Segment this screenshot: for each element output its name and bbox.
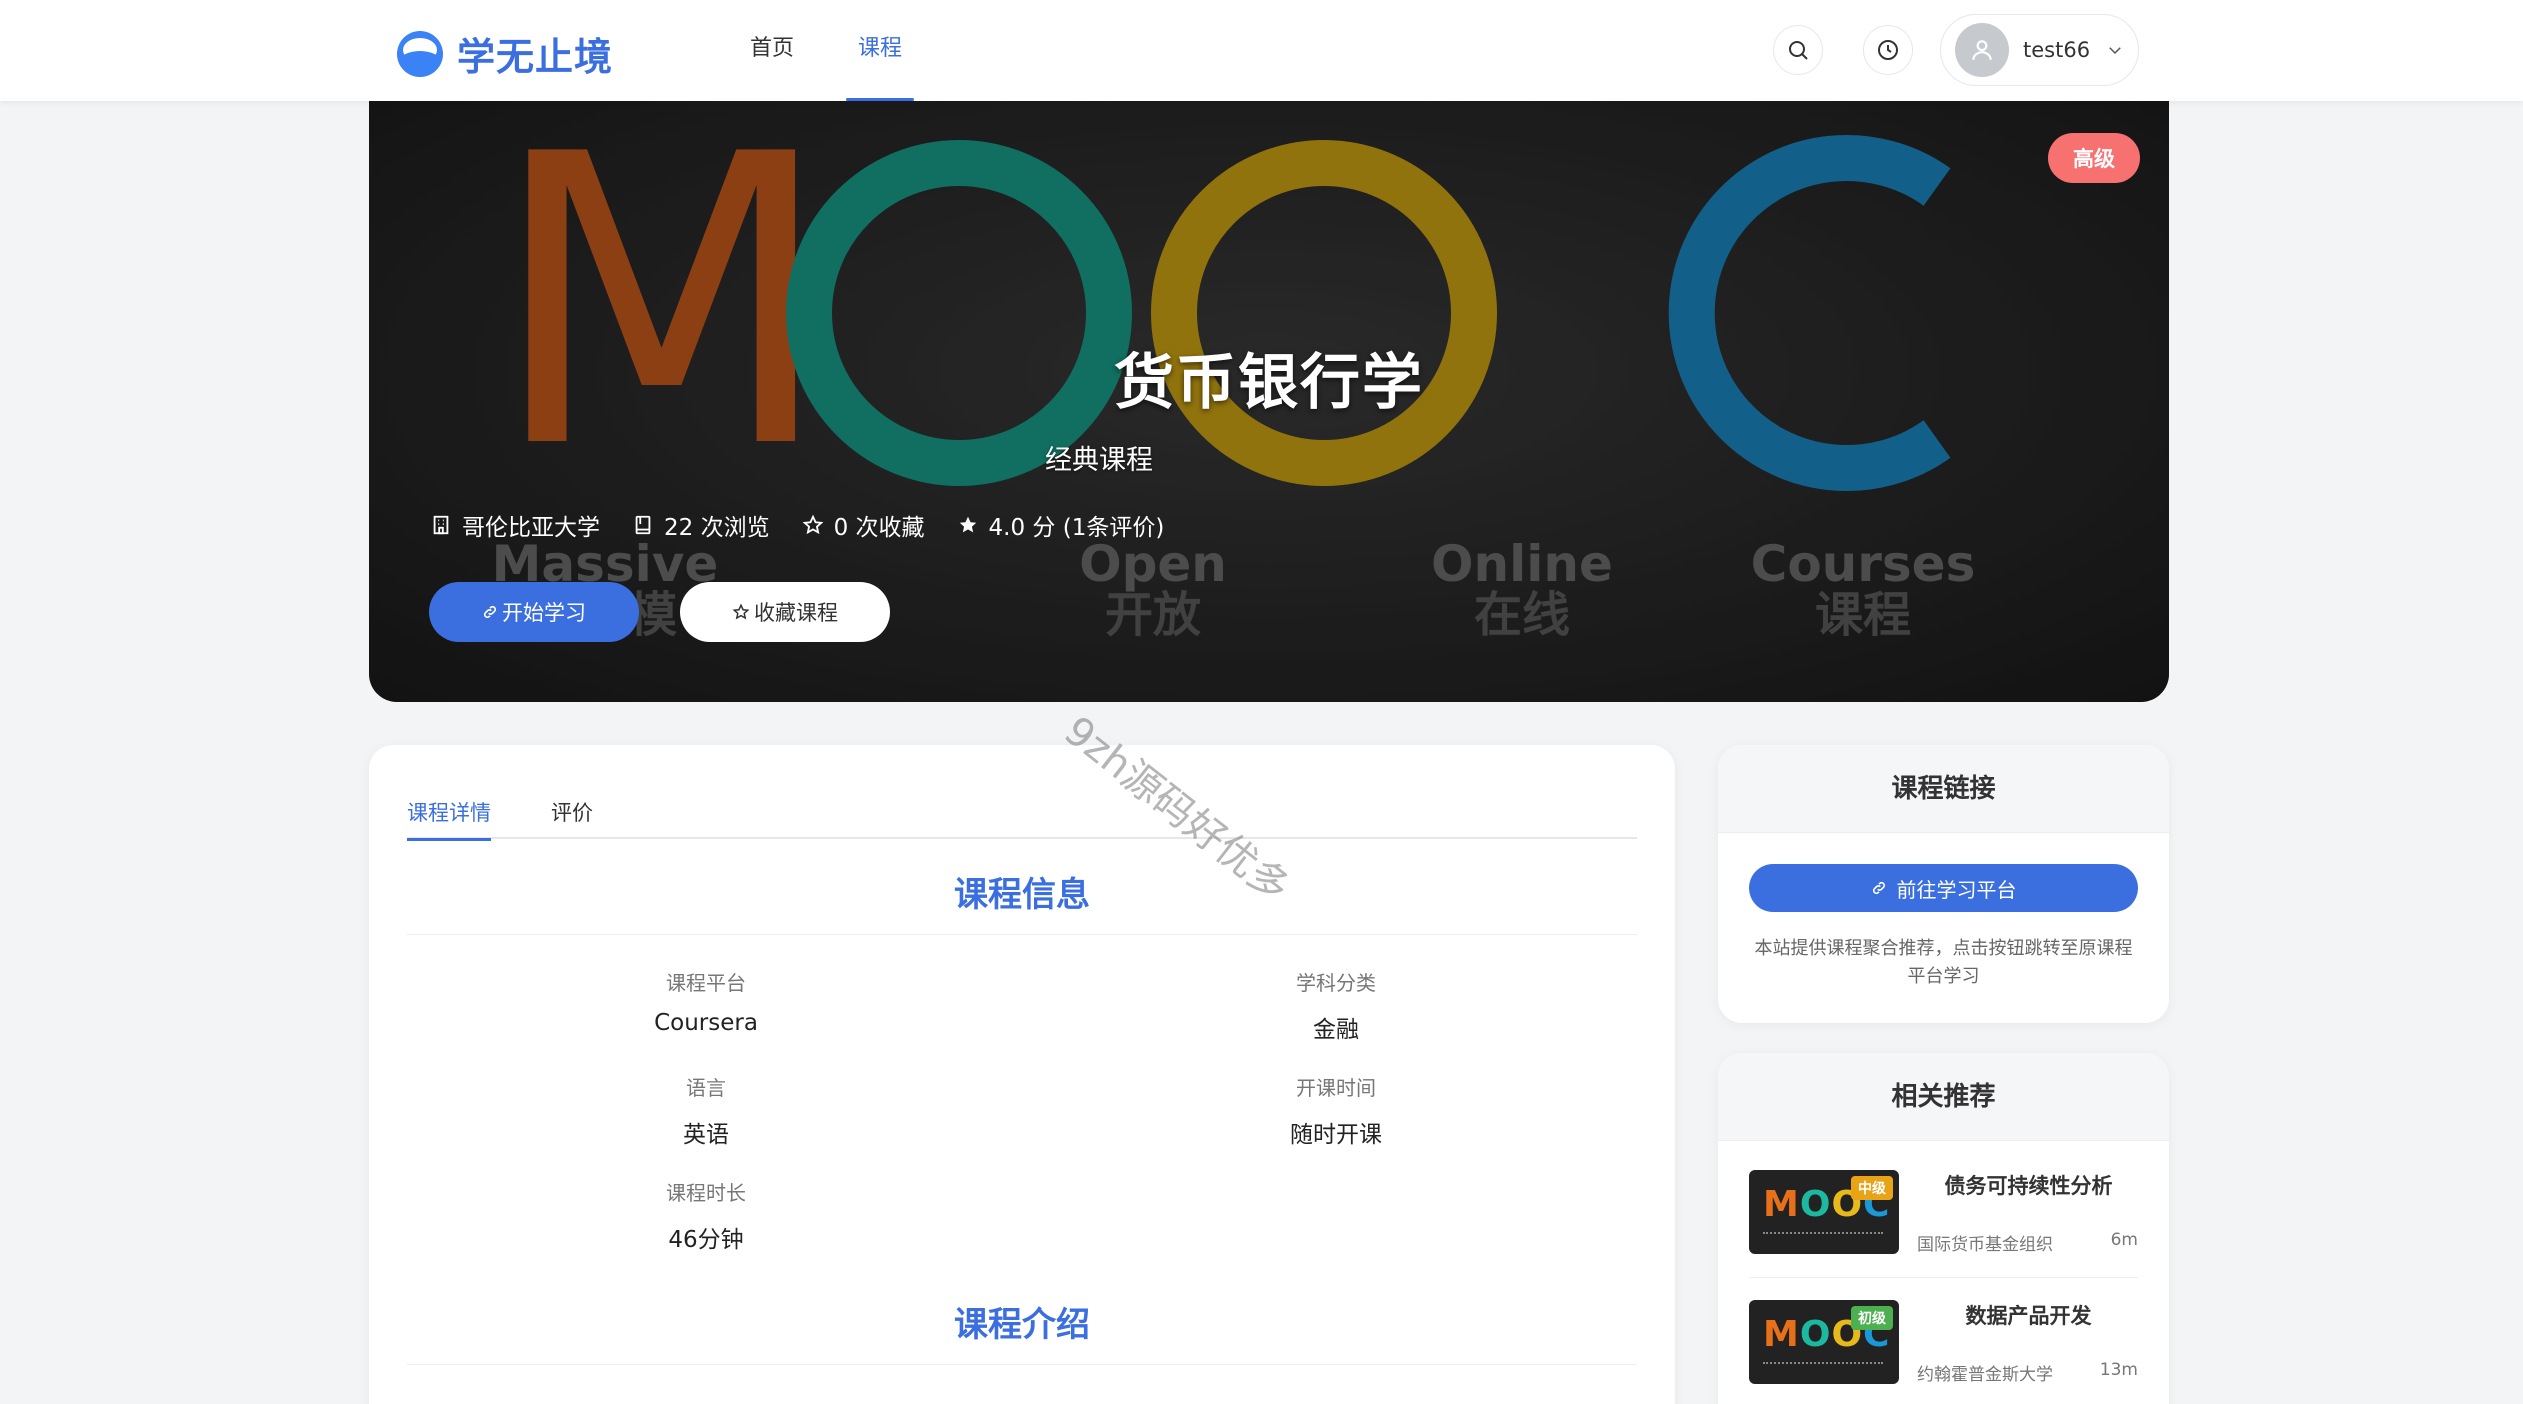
meta-rating: 4.0 分 (1条评价)	[957, 508, 1165, 542]
brand-name: 学无止境	[457, 35, 614, 79]
main-nav: 首页 课程	[730, 0, 946, 101]
related-org: 国际货币基金组织	[1917, 1235, 2053, 1255]
meta-favorites: 0 次收藏	[802, 508, 925, 542]
info-language: 语言 英语	[556, 1072, 856, 1149]
username: test66	[2023, 38, 2091, 62]
related-item[interactable]: MOOC 初级 数据产品开发 约翰霍普金斯大学 13m	[1749, 1300, 2138, 1388]
view-count: 22 次浏览	[664, 515, 770, 541]
related-duration: 13m	[2099, 1360, 2138, 1380]
book-icon	[635, 515, 651, 535]
related-heading: 相关推荐	[1718, 1053, 2169, 1141]
favorite-count: 0 次收藏	[833, 515, 925, 541]
course-detail-card: 课程详情 评价 课程信息 课程平台 Coursera 学科分类 金融 语言 英语…	[369, 745, 1675, 1404]
university-name: 哥伦比亚大学	[462, 515, 600, 541]
level-badge: 中级	[1851, 1176, 1893, 1200]
subject-label: 学科分类	[1296, 971, 1376, 995]
nav-home[interactable]: 首页	[730, 0, 814, 101]
info-platform: 课程平台 Coursera	[556, 967, 856, 1036]
detail-tabs: 课程详情 评价	[407, 797, 1637, 841]
related-org: 约翰霍普金斯大学	[1917, 1365, 2053, 1385]
course-intro-heading: 课程介绍	[407, 1297, 1637, 1365]
chevron-down-icon	[2109, 47, 2121, 55]
start-time-value: 随时开课	[1290, 1122, 1382, 1148]
duration-value: 46分钟	[668, 1227, 744, 1253]
platform-value: Coursera	[654, 1010, 758, 1036]
nav-courses[interactable]: 课程	[838, 0, 922, 101]
info-duration: 课程时长 46分钟	[556, 1177, 856, 1254]
level-badge: 高级	[2048, 133, 2140, 183]
top-nav-bar: 学无止境 首页 课程 test66	[0, 0, 2523, 101]
start-learning-button[interactable]: 开始学习	[429, 582, 639, 642]
user-menu[interactable]: test66	[1940, 14, 2139, 86]
info-start-time: 开课时间 随时开课	[1186, 1072, 1486, 1149]
go-to-platform-button[interactable]: 前往学习平台	[1749, 864, 2138, 912]
search-icon	[1789, 41, 1808, 60]
course-info-heading: 课程信息	[407, 867, 1637, 935]
course-subtitle: 经典课程	[1045, 445, 1153, 476]
tab-course-details[interactable]: 课程详情	[407, 797, 491, 841]
favorite-course-button[interactable]: 收藏课程	[680, 582, 890, 642]
link-icon	[483, 605, 497, 619]
related-title[interactable]: 债务可持续性分析	[1919, 1170, 2138, 1200]
history-button[interactable]	[1863, 25, 1913, 75]
rating-text: 4.0 分 (1条评价)	[988, 515, 1165, 541]
duration-label: 课程时长	[666, 1181, 746, 1205]
info-subject: 学科分类 金融	[1186, 967, 1486, 1044]
logo-icon	[397, 30, 443, 77]
platform-note: 本站提供课程聚合推荐，点击按钮跳转至原课程平台学习	[1754, 938, 2133, 987]
meta-university: 哥伦比亚大学	[430, 508, 600, 542]
platform-label: 课程平台	[666, 971, 746, 995]
course-thumbnail: MOOC 初级	[1749, 1300, 1899, 1384]
tab-reviews[interactable]: 评价	[551, 797, 593, 839]
subject-value: 金融	[1313, 1017, 1359, 1043]
related-courses-card: 相关推荐 MOOC 中级 债务可持续性分析 国际货币基金组织 6m MOOC 初…	[1718, 1053, 2169, 1404]
search-button[interactable]	[1773, 25, 1823, 75]
user-icon	[1972, 40, 1992, 60]
building-icon	[433, 515, 449, 535]
meta-views: 22 次浏览	[632, 508, 770, 542]
link-icon	[1872, 881, 1885, 895]
star-outline-icon	[732, 603, 750, 620]
level-badge: 初级	[1851, 1306, 1893, 1330]
language-value: 英语	[683, 1122, 729, 1148]
clock-icon	[1878, 40, 1898, 60]
divider	[1749, 1277, 2138, 1278]
course-title: 货币银行学	[1114, 348, 1424, 418]
course-link-heading: 课程链接	[1718, 745, 2169, 833]
related-item[interactable]: MOOC 中级 债务可持续性分析 国际货币基金组织 6m	[1749, 1170, 2138, 1258]
site-logo[interactable]: 学无止境	[397, 26, 613, 81]
star-outline-icon	[802, 514, 823, 535]
related-title[interactable]: 数据产品开发	[1919, 1300, 2138, 1330]
language-label: 语言	[686, 1076, 726, 1100]
course-meta: 哥伦比亚大学 22 次浏览 0 次收藏 4.0 分 (1条评价)	[430, 508, 1196, 542]
course-thumbnail: MOOC 中级	[1749, 1170, 1899, 1254]
star-filled-icon	[959, 516, 976, 533]
related-duration: 6m	[2110, 1230, 2138, 1250]
course-link-card: 课程链接 前往学习平台 本站提供课程聚合推荐，点击按钮跳转至原课程平台学习	[1718, 745, 2169, 1023]
avatar	[1955, 23, 2009, 77]
course-hero: M Massive Open Online Courses 大规模 开放 在线 …	[369, 101, 2169, 702]
start-time-label: 开课时间	[1296, 1076, 1376, 1100]
